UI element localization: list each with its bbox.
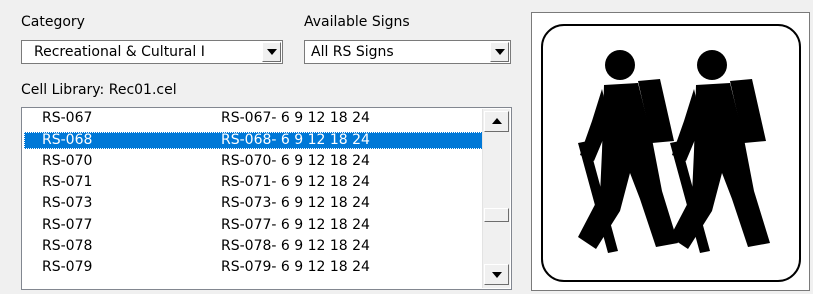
category-dropdown[interactable]: Recreational & Cultural I xyxy=(21,40,283,64)
chevron-down-icon xyxy=(495,49,505,55)
list-item[interactable]: RS-079 RS-079- 6 9 12 18 24 xyxy=(24,259,483,276)
cell-library-value: Rec01.cel xyxy=(108,82,177,98)
list-item-code: RS-077 xyxy=(42,217,93,233)
scroll-thumb[interactable] xyxy=(484,208,509,222)
category-label: Category xyxy=(21,14,85,30)
category-dropdown-value: Recreational & Cultural I xyxy=(34,44,205,60)
list-item-code: RS-079 xyxy=(42,259,93,275)
hiking-trail-sign-icon xyxy=(541,24,801,282)
chevron-up-icon xyxy=(492,118,502,124)
list-item-description: RS-073- 6 9 12 18 24 xyxy=(221,195,370,211)
list-item-description: RS-078- 6 9 12 18 24 xyxy=(221,238,370,254)
available-signs-label: Available Signs xyxy=(304,14,410,30)
sign-preview-panel xyxy=(531,12,810,291)
list-item-code: RS-071 xyxy=(42,174,93,190)
list-item[interactable]: RS-067 RS-067- 6 9 12 18 24 xyxy=(24,110,483,127)
chevron-down-icon xyxy=(492,272,502,278)
list-item[interactable]: RS-078 RS-078- 6 9 12 18 24 xyxy=(24,238,483,255)
list-item-description: RS-070- 6 9 12 18 24 xyxy=(221,153,370,169)
available-signs-dropdown-button[interactable] xyxy=(490,42,509,62)
list-item[interactable]: RS-073 RS-073- 6 9 12 18 24 xyxy=(24,195,483,212)
list-scrollbar[interactable] xyxy=(482,109,510,288)
list-item-code: RS-067 xyxy=(42,110,93,126)
list-item-code: RS-070 xyxy=(42,153,93,169)
scroll-down-button[interactable] xyxy=(484,264,509,285)
list-item-code: RS-078 xyxy=(42,238,93,254)
sign-listbox[interactable]: RS-067 RS-067- 6 9 12 18 24 RS-068 RS-06… xyxy=(21,107,512,290)
scroll-up-button[interactable] xyxy=(484,111,509,132)
cell-library-label: Cell Library: Rec01.cel xyxy=(21,82,177,98)
list-item-code: RS-073 xyxy=(42,195,93,211)
list-item-description: RS-067- 6 9 12 18 24 xyxy=(221,110,370,126)
list-item-description: RS-071- 6 9 12 18 24 xyxy=(221,174,370,190)
list-item-selected[interactable]: RS-068 RS-068- 6 9 12 18 24 xyxy=(24,132,483,149)
list-item[interactable]: RS-077 RS-077- 6 9 12 18 24 xyxy=(24,217,483,234)
list-item-code: RS-068 xyxy=(42,132,93,148)
available-signs-dropdown[interactable]: All RS Signs xyxy=(304,40,511,64)
chevron-down-icon xyxy=(267,49,277,55)
cell-library-caption: Cell Library: xyxy=(21,82,105,98)
available-signs-dropdown-value: All RS Signs xyxy=(311,44,394,60)
list-item[interactable]: RS-071 RS-071- 6 9 12 18 24 xyxy=(24,174,483,191)
category-dropdown-button[interactable] xyxy=(262,42,281,62)
list-item-description: RS-068- 6 9 12 18 24 xyxy=(221,132,370,148)
list-item-description: RS-079- 6 9 12 18 24 xyxy=(221,259,370,275)
list-item-description: RS-077- 6 9 12 18 24 xyxy=(221,217,370,233)
list-item[interactable]: RS-070 RS-070- 6 9 12 18 24 xyxy=(24,153,483,170)
